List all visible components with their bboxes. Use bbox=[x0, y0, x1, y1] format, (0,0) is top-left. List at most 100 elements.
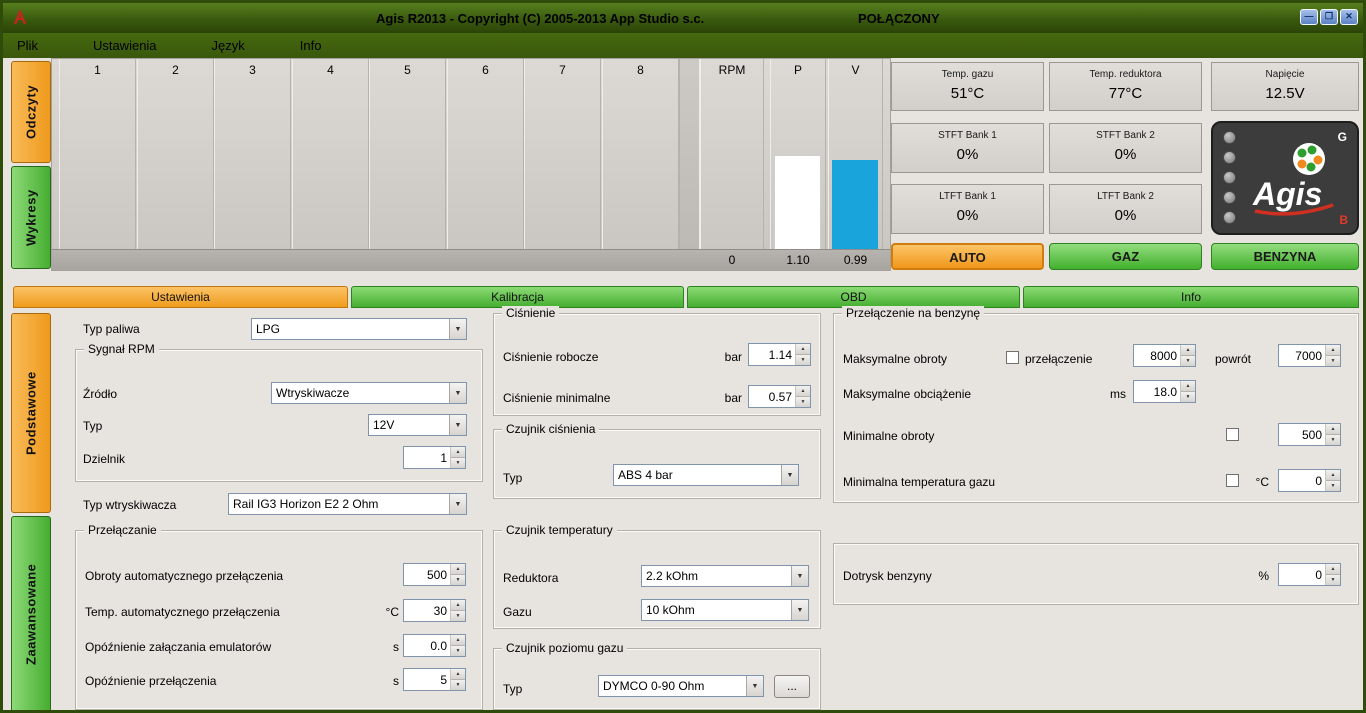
spin-down-icon[interactable]: ▼ bbox=[1181, 356, 1195, 366]
readout-label: STFT Bank 2 bbox=[1050, 130, 1201, 141]
readout-napiecie: Napięcie 12.5V bbox=[1211, 62, 1359, 111]
side-tab-wykresy[interactable]: Wykresy bbox=[11, 166, 51, 269]
typ-paliwa-select[interactable]: LPG ▼ bbox=[251, 318, 467, 340]
spin-up-icon[interactable]: ▲ bbox=[451, 447, 465, 458]
min-temp-input[interactable] bbox=[1279, 470, 1325, 491]
spin-up-icon[interactable]: ▲ bbox=[451, 669, 465, 680]
tab-ustawienia[interactable]: Ustawienia bbox=[13, 286, 348, 308]
pressure-header: P bbox=[771, 63, 825, 77]
channel-column-6: 6 bbox=[447, 59, 524, 250]
channel-column-4: 4 bbox=[292, 59, 369, 250]
powrot-input[interactable] bbox=[1279, 345, 1325, 366]
menu-jezyk[interactable]: Język bbox=[212, 38, 245, 53]
close-icon[interactable]: ✕ bbox=[1340, 9, 1358, 25]
spin-down-icon[interactable]: ▼ bbox=[796, 355, 810, 365]
min-obroty-checkbox[interactable] bbox=[1226, 428, 1239, 441]
gaz-mode-button[interactable]: GAZ bbox=[1049, 243, 1202, 270]
connection-status: POŁĄCZONY bbox=[858, 11, 940, 26]
opoznienie-emulatorow-input[interactable] bbox=[404, 635, 450, 656]
reduktora-select[interactable]: 2.2 kOhm ▼ bbox=[641, 565, 809, 587]
temp-auto-input[interactable] bbox=[404, 600, 450, 621]
maks-obciazenie-input[interactable] bbox=[1134, 381, 1180, 402]
opoznienie-przelaczenia-input[interactable] bbox=[404, 669, 450, 690]
min-obroty-spinner: ▲▼ bbox=[1278, 423, 1341, 446]
min-temp-spinner: ▲▼ bbox=[1278, 469, 1341, 492]
spin-down-icon[interactable]: ▼ bbox=[451, 646, 465, 656]
menu-plik[interactable]: Plik bbox=[17, 38, 38, 53]
tab-info[interactable]: Info bbox=[1023, 286, 1359, 308]
spin-up-icon[interactable]: ▲ bbox=[1326, 424, 1340, 435]
spin-up-icon[interactable]: ▲ bbox=[1326, 470, 1340, 481]
gazu-select[interactable]: 10 kOhm ▼ bbox=[641, 599, 809, 621]
menu-info[interactable]: Info bbox=[300, 38, 322, 53]
dzielnik-input[interactable] bbox=[404, 447, 450, 468]
dotrysk-spinner: ▲▼ bbox=[1278, 563, 1341, 586]
min-obroty-input[interactable] bbox=[1279, 424, 1325, 445]
spin-up-icon[interactable]: ▲ bbox=[451, 635, 465, 646]
tab-obd[interactable]: OBD bbox=[687, 286, 1020, 308]
maks-obroty-input[interactable] bbox=[1134, 345, 1180, 366]
chevron-down-icon[interactable]: ▼ bbox=[791, 566, 808, 586]
spin-up-icon[interactable]: ▲ bbox=[1326, 564, 1340, 575]
zrodlo-label: Źródło bbox=[83, 387, 117, 401]
app-window: Agis R2013 - Copyright (C) 2005-2013 App… bbox=[0, 0, 1366, 713]
obroty-auto-input[interactable] bbox=[404, 564, 450, 585]
spin-up-icon[interactable]: ▲ bbox=[451, 564, 465, 575]
maximize-icon[interactable]: ❐ bbox=[1320, 9, 1338, 25]
spin-up-icon[interactable]: ▲ bbox=[1326, 345, 1340, 356]
spin-up-icon[interactable]: ▲ bbox=[1181, 381, 1195, 392]
typ-wtryskiwacza-select[interactable]: Rail IG3 Horizon E2 2 Ohm ▼ bbox=[228, 493, 467, 515]
menu-ustawienia[interactable]: Ustawienia bbox=[93, 38, 157, 53]
spin-down-icon[interactable]: ▼ bbox=[1326, 481, 1340, 491]
spin-up-icon[interactable]: ▲ bbox=[451, 600, 465, 611]
chevron-down-icon[interactable]: ▼ bbox=[746, 676, 763, 696]
spin-down-icon[interactable]: ▼ bbox=[451, 458, 465, 468]
rpm-value: 0 bbox=[700, 253, 764, 267]
p-bar bbox=[774, 155, 821, 251]
spin-down-icon[interactable]: ▼ bbox=[1326, 575, 1340, 585]
side-tab-odczyty[interactable]: Odczyty bbox=[11, 61, 51, 163]
minimize-icon[interactable]: — bbox=[1300, 9, 1318, 25]
cisnienie-robocze-input[interactable] bbox=[749, 344, 795, 365]
dotrysk-input[interactable] bbox=[1279, 564, 1325, 585]
readout-label: Temp. reduktora bbox=[1050, 69, 1201, 80]
spin-down-icon[interactable]: ▼ bbox=[1326, 356, 1340, 366]
cisnienie-minimalne-input[interactable] bbox=[749, 386, 795, 407]
maks-obciazenie-unit: ms bbox=[1098, 387, 1126, 401]
chevron-down-icon[interactable]: ▼ bbox=[791, 600, 808, 620]
benzyna-mode-button[interactable]: BENZYNA bbox=[1211, 243, 1359, 270]
spin-down-icon[interactable]: ▼ bbox=[796, 397, 810, 407]
obroty-auto-label: Obroty automatycznego przełączenia bbox=[85, 569, 283, 583]
czujnik-cisnienia-typ-value: ABS 4 bar bbox=[614, 465, 781, 485]
spin-down-icon[interactable]: ▼ bbox=[1181, 392, 1195, 402]
chevron-down-icon[interactable]: ▼ bbox=[449, 494, 466, 514]
spin-down-icon[interactable]: ▼ bbox=[451, 680, 465, 690]
poziom-typ-select[interactable]: DYMCO 0-90 Ohm ▼ bbox=[598, 675, 764, 697]
side-tab-podstawowe[interactable]: Podstawowe bbox=[11, 313, 51, 513]
readout-ltft-bank2: LTFT Bank 2 0% bbox=[1049, 184, 1202, 234]
spin-down-icon[interactable]: ▼ bbox=[451, 611, 465, 621]
window-controls: — ❐ ✕ bbox=[1300, 9, 1358, 25]
chevron-down-icon[interactable]: ▼ bbox=[781, 465, 798, 485]
chevron-down-icon[interactable]: ▼ bbox=[449, 383, 466, 403]
auto-mode-button[interactable]: AUTO bbox=[891, 243, 1044, 270]
spin-down-icon[interactable]: ▼ bbox=[451, 575, 465, 585]
zrodlo-value: Wtryskiwacze bbox=[272, 383, 449, 403]
spin-up-icon[interactable]: ▲ bbox=[1181, 345, 1195, 356]
przelaczenie-checkbox[interactable] bbox=[1006, 351, 1019, 364]
tab-kalibracja[interactable]: Kalibracja bbox=[351, 286, 684, 308]
czujnik-cisnienia-typ-select[interactable]: ABS 4 bar ▼ bbox=[613, 464, 799, 486]
side-tab-zaawansowane[interactable]: Zaawansowane bbox=[11, 516, 51, 713]
channel-header: 5 bbox=[370, 63, 445, 77]
chevron-down-icon[interactable]: ▼ bbox=[449, 415, 466, 435]
opoznienie-emulatorow-unit: s bbox=[373, 640, 399, 654]
spin-down-icon[interactable]: ▼ bbox=[1326, 435, 1340, 445]
min-temp-checkbox[interactable] bbox=[1226, 474, 1239, 487]
zrodlo-select[interactable]: Wtryskiwacze ▼ bbox=[271, 382, 467, 404]
spin-up-icon[interactable]: ▲ bbox=[796, 344, 810, 355]
rpm-typ-select[interactable]: 12V ▼ bbox=[368, 414, 467, 436]
poziom-more-button[interactable]: ... bbox=[774, 675, 810, 698]
led-indicator bbox=[1223, 131, 1236, 144]
spin-up-icon[interactable]: ▲ bbox=[796, 386, 810, 397]
chevron-down-icon[interactable]: ▼ bbox=[449, 319, 466, 339]
